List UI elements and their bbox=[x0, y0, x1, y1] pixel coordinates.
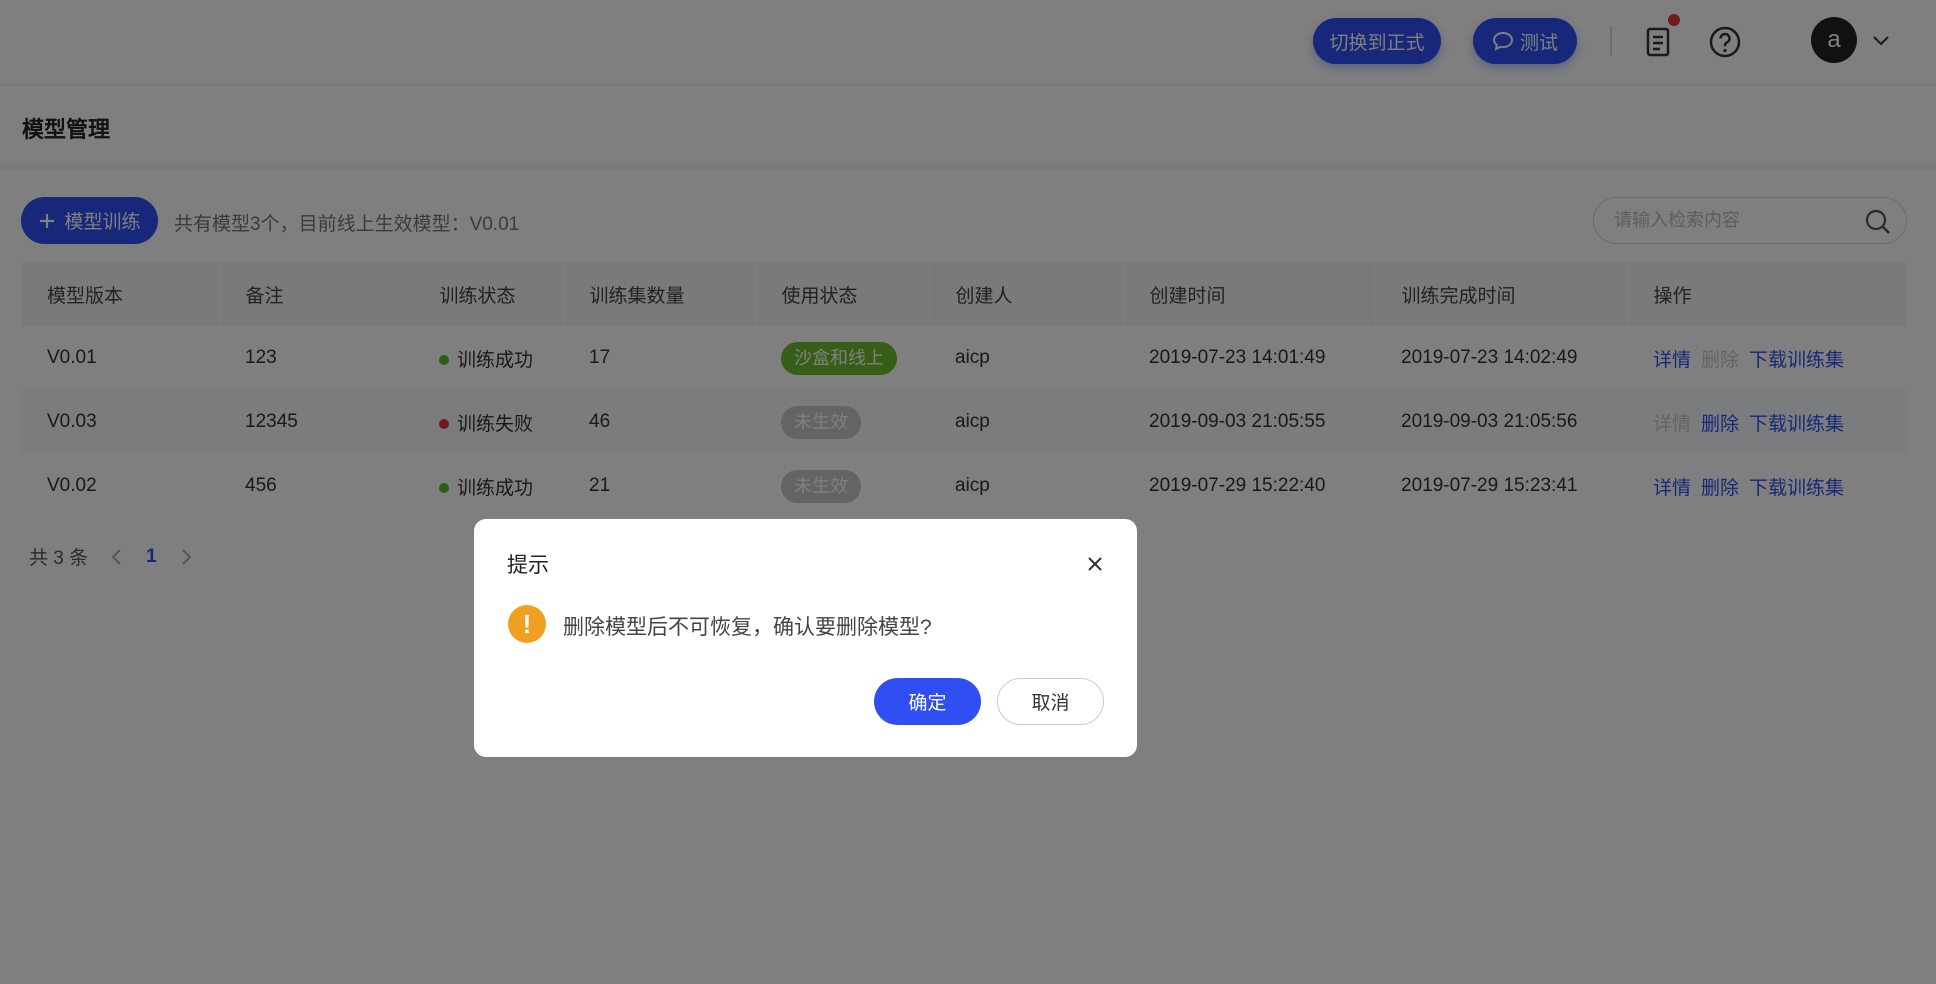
modal-overlay[interactable] bbox=[0, 0, 1936, 984]
dialog-title: 提示 bbox=[507, 554, 549, 577]
dialog-message: 删除模型后不可恢复，确认要删除模型? bbox=[563, 616, 932, 639]
confirm-delete-dialog: 提示 ! 删除模型后不可恢复，确认要删除模型? 确定 取消 bbox=[474, 519, 1137, 757]
cancel-button[interactable]: 取消 bbox=[997, 678, 1104, 725]
close-icon[interactable] bbox=[1086, 555, 1104, 573]
warning-icon: ! bbox=[508, 605, 546, 643]
confirm-button[interactable]: 确定 bbox=[874, 678, 981, 725]
